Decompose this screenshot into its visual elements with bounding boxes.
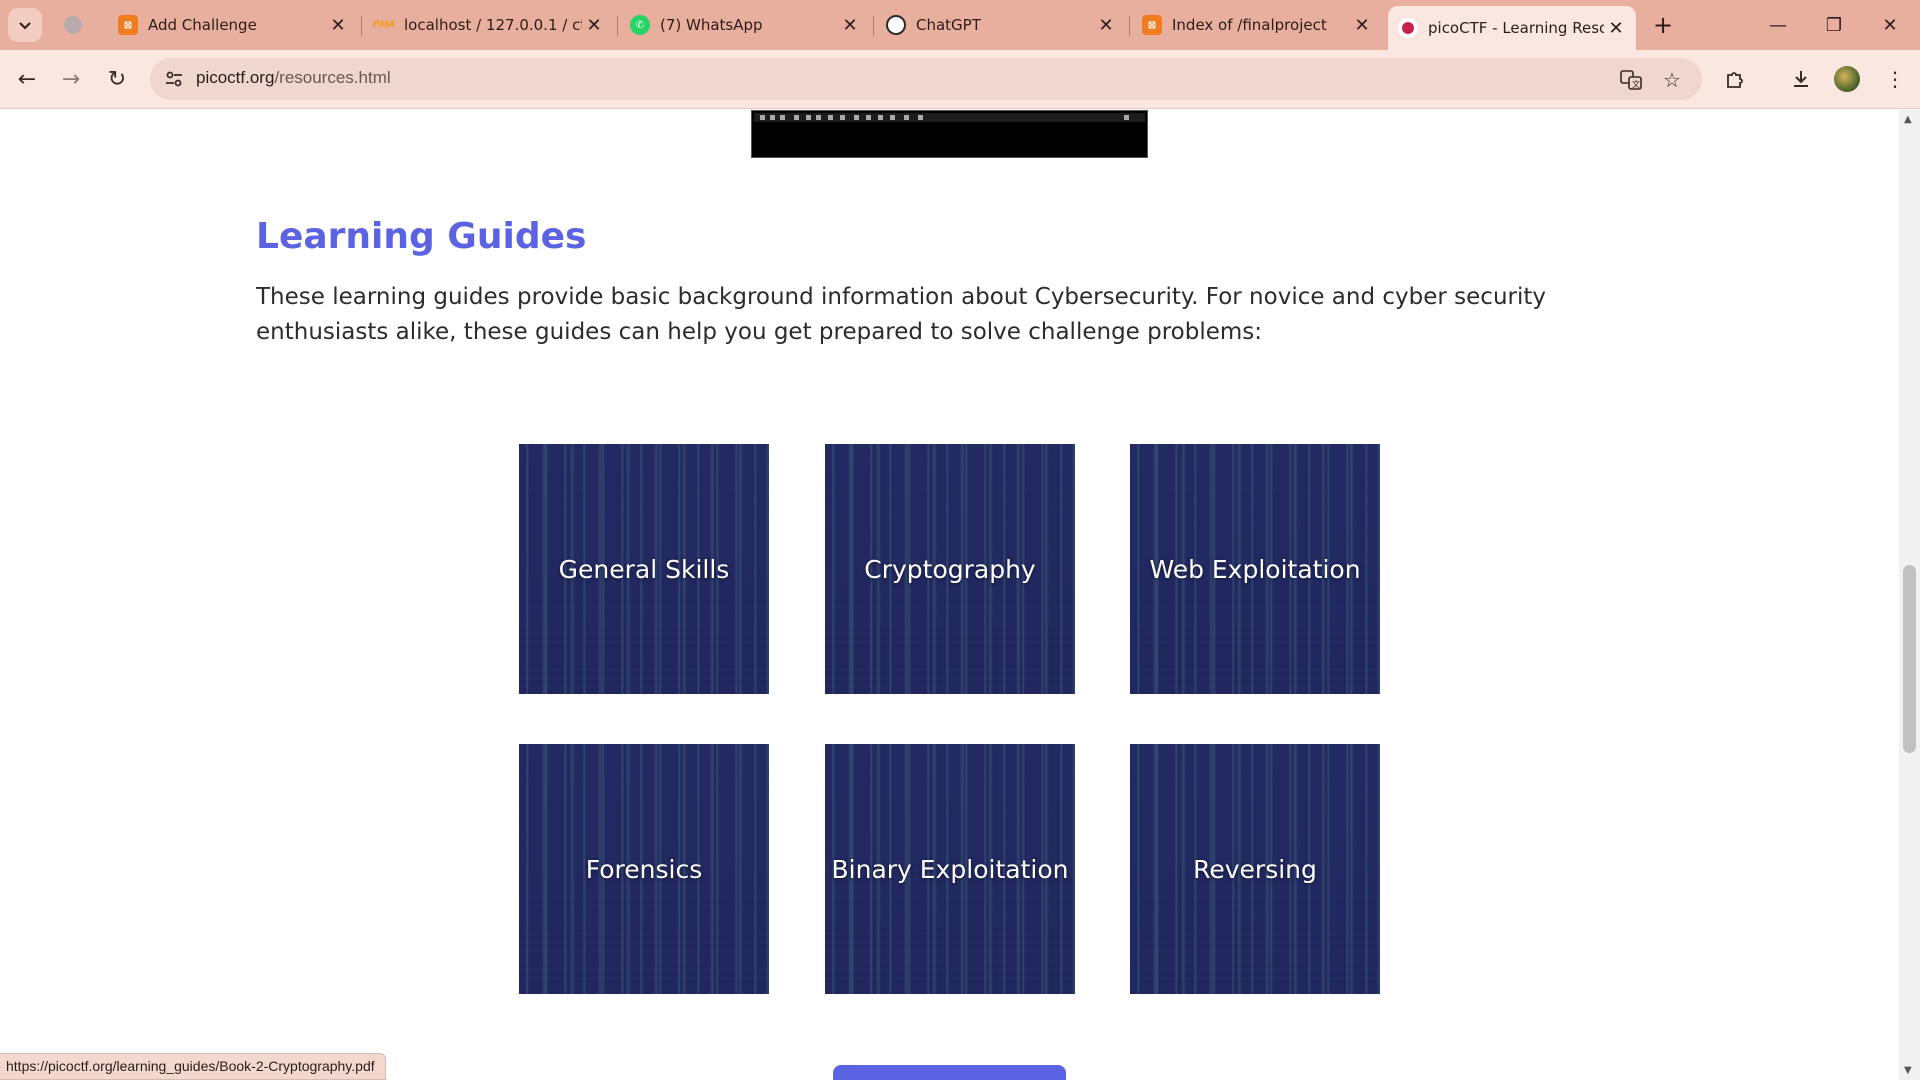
url-path: /resources.html	[274, 68, 391, 87]
tab-strip: ⊠ Add Challenge ✕ PMA localhost / 127.0.…	[0, 0, 1920, 50]
tab-picoctf[interactable]: picoCTF - Learning Resources ✕	[1388, 6, 1636, 50]
tab-search-button[interactable]	[8, 8, 42, 42]
guide-card-label: Cryptography	[864, 554, 1036, 584]
chatgpt-icon	[886, 15, 906, 35]
forward-button[interactable]: →	[54, 62, 88, 96]
video-taskbar	[754, 113, 1145, 122]
reload-button[interactable]: ↻	[100, 62, 134, 96]
close-icon[interactable]: ✕	[326, 13, 350, 37]
guide-card-general-skills[interactable]: General Skills	[519, 444, 769, 694]
tab-title: Index of /finalproject	[1172, 16, 1327, 34]
page-viewport: Learning Guides These learning guides pr…	[0, 110, 1899, 1080]
globe-icon	[64, 16, 82, 34]
guide-card-binary-exploitation[interactable]: Binary Exploitation	[825, 744, 1075, 994]
close-window-button[interactable]: ✕	[1862, 0, 1918, 50]
tab-chatgpt[interactable]: ChatGPT ✕	[876, 6, 1126, 44]
url-text[interactable]: picoctf.org/resources.html	[196, 68, 391, 88]
tab-separator	[361, 16, 362, 36]
guide-card-forensics[interactable]: Forensics	[519, 744, 769, 994]
download-icon[interactable]	[1786, 64, 1816, 94]
translate-icon[interactable]: 文	[1618, 67, 1644, 93]
guide-card-cryptography[interactable]: Cryptography	[825, 444, 1075, 694]
minimize-button[interactable]: —	[1750, 0, 1806, 50]
video-thumbnail[interactable]	[751, 110, 1148, 158]
address-bar[interactable]: picoctf.org/resources.html 文 ☆	[150, 58, 1702, 100]
close-icon: ✕	[1882, 14, 1898, 36]
svg-text:文: 文	[1632, 79, 1640, 89]
menu-kebab-icon[interactable]: ⋮	[1880, 64, 1910, 94]
arrow-right-icon: →	[61, 66, 81, 92]
guide-card-label: General Skills	[558, 554, 730, 584]
page-scrollbar[interactable]: ▲ ▼	[1899, 110, 1920, 1080]
bookmark-star-icon[interactable]: ☆	[1659, 67, 1685, 93]
whatsapp-icon: ✆	[630, 15, 650, 35]
phpmyadmin-icon: PMA	[372, 20, 396, 30]
back-button[interactable]: ←	[10, 62, 44, 96]
picoctf-icon	[1398, 18, 1418, 38]
tab-phpmyadmin[interactable]: PMA localhost / 127.0.0.1 / ctf ✕	[364, 6, 614, 44]
tab-title: ChatGPT	[916, 16, 981, 34]
extensions-icon[interactable]	[1720, 64, 1750, 94]
scrollbar-thumb[interactable]	[1903, 565, 1916, 753]
guide-card-label: Binary Exploitation	[831, 854, 1069, 884]
partial-button[interactable]	[833, 1065, 1066, 1080]
tab-separator	[1129, 16, 1130, 36]
xampp-icon: ⊠	[118, 15, 138, 35]
profile-avatar[interactable]	[1834, 66, 1860, 92]
tab-title: Add Challenge	[148, 16, 257, 34]
tab-title: (7) WhatsApp	[660, 16, 763, 34]
restore-icon: ❐	[1825, 14, 1843, 36]
guide-card-web-exploitation[interactable]: Web Exploitation	[1130, 444, 1380, 694]
plus-icon: +	[1652, 11, 1674, 39]
tab-title: localhost / 127.0.0.1 / ctf	[404, 16, 582, 34]
scroll-down-icon[interactable]: ▼	[1904, 1065, 1912, 1076]
restore-button[interactable]: ❐	[1806, 0, 1862, 50]
close-icon[interactable]: ✕	[1604, 16, 1628, 40]
section-description: These learning guides provide basic back…	[256, 284, 1546, 345]
status-bar-url: https://picoctf.org/learning_guides/Book…	[0, 1053, 386, 1080]
tab-separator	[617, 16, 618, 36]
pinned-tab[interactable]	[58, 10, 88, 40]
url-domain: picoctf.org	[196, 68, 275, 87]
tab-separator	[873, 16, 874, 36]
chevron-down-icon	[19, 22, 31, 30]
close-icon[interactable]: ✕	[838, 13, 862, 37]
close-icon[interactable]: ✕	[1350, 13, 1374, 37]
minimize-icon: —	[1769, 14, 1787, 36]
guide-card-reversing[interactable]: Reversing	[1130, 744, 1380, 994]
section-title: Learning Guides	[256, 216, 587, 257]
site-info-icon[interactable]	[162, 67, 186, 91]
guide-card-label: Forensics	[585, 854, 703, 884]
new-tab-button[interactable]: +	[1648, 10, 1678, 40]
xampp-icon: ⊠	[1142, 15, 1162, 35]
tab-whatsapp[interactable]: ✆ (7) WhatsApp ✕	[620, 6, 870, 44]
reload-icon: ↻	[107, 66, 127, 92]
guide-card-label: Web Exploitation	[1149, 554, 1361, 584]
close-icon[interactable]: ✕	[582, 13, 606, 37]
tab-title: picoCTF - Learning Resources	[1428, 19, 1604, 37]
browser-toolbar: ← → ↻ picoctf.org/resources.html 文 ☆ ⋮	[0, 50, 1920, 109]
guide-card-label: Reversing	[1193, 854, 1317, 884]
arrow-left-icon: ←	[17, 66, 37, 92]
close-icon[interactable]: ✕	[1094, 13, 1118, 37]
scroll-up-icon[interactable]: ▲	[1904, 114, 1912, 125]
tab-add-challenge[interactable]: ⊠ Add Challenge ✕	[108, 6, 358, 44]
tab-index-finalproject[interactable]: ⊠ Index of /finalproject ✕	[1132, 6, 1382, 44]
